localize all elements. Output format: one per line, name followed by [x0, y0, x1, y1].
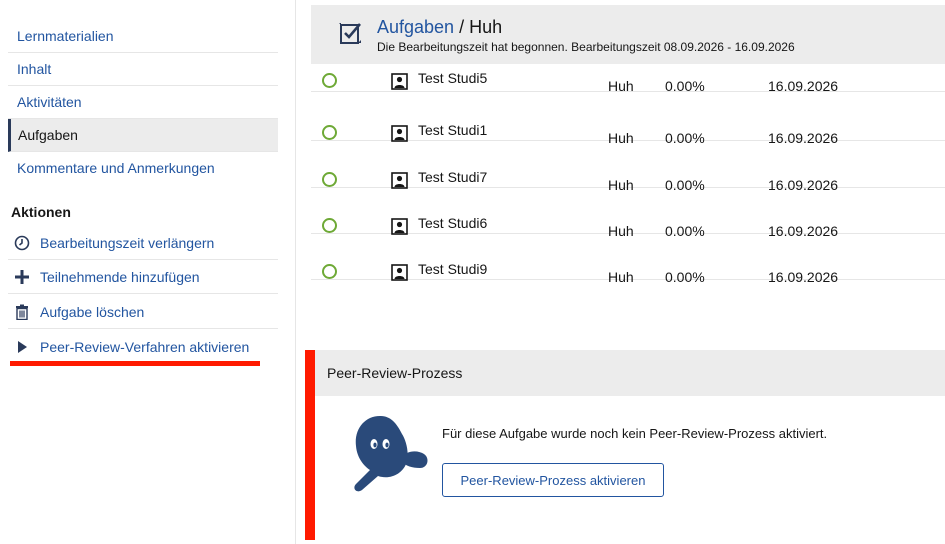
task-check-icon [339, 23, 361, 44]
participant-name: Test Studi7 [418, 169, 488, 185]
nav-kommentare[interactable]: Kommentare und Anmerkungen [8, 152, 278, 185]
nav-aktivitaeten[interactable]: Aktivitäten [8, 86, 278, 119]
user-badge-icon [391, 125, 408, 142]
progress-percent: 0.00% [665, 269, 705, 285]
peer-review-message: Für diese Aufgabe wurde noch kein Peer-R… [442, 426, 828, 441]
action-label: Bearbeitungszeit verlängern [40, 235, 215, 251]
activate-peer-review-action[interactable]: Peer-Review-Verfahren aktivieren [8, 330, 278, 364]
due-date: 16.09.2026 [768, 78, 839, 94]
highlight-bar [305, 350, 315, 540]
nav-lernmaterialien[interactable]: Lernmaterialien [8, 20, 278, 53]
participant-row: Test Studi1 Huh 0.00% 16.09.2026 [311, 95, 945, 146]
nav-aufgaben[interactable]: Aufgaben [8, 119, 278, 152]
task-name: Huh [608, 269, 634, 285]
action-label: Peer-Review-Verfahren aktivieren [40, 339, 250, 355]
participant-row: Test Studi7 Huh 0.00% 16.09.2026 [311, 142, 945, 193]
participant-name: Test Studi9 [418, 261, 488, 277]
participant-name: Test Studi5 [418, 70, 488, 86]
participant-name: Test Studi6 [418, 215, 488, 231]
actions-heading: Aktionen [11, 204, 71, 220]
peer-review-header: Peer-Review-Prozess [315, 350, 945, 396]
trash-icon [16, 304, 28, 320]
user-badge-icon [391, 73, 408, 90]
due-date: 16.09.2026 [768, 269, 839, 285]
select-radio[interactable] [322, 172, 337, 187]
user-badge-icon [391, 172, 408, 189]
mascot-icon [354, 416, 428, 492]
progress-percent: 0.00% [665, 78, 705, 94]
select-radio[interactable] [322, 264, 337, 279]
user-badge-icon [391, 264, 408, 281]
select-radio[interactable] [322, 218, 337, 233]
sidebar: Lernmaterialien Inhalt Aktivitäten Aufga… [0, 0, 296, 544]
plus-icon [15, 270, 29, 284]
participant-row: Test Studi5 Huh 0.00% 16.09.2026 [311, 46, 945, 94]
participant-row: Test Studi9 Huh 0.00% 16.09.2026 [311, 234, 945, 285]
select-radio[interactable] [322, 73, 337, 88]
participant-row: Test Studi6 Huh 0.00% 16.09.2026 [311, 188, 945, 239]
extend-time-action[interactable]: Bearbeitungszeit verlängern [8, 226, 278, 260]
delete-task-action[interactable]: Aufgabe löschen [8, 295, 278, 329]
clock-icon [14, 235, 30, 251]
highlight-underline [10, 361, 260, 366]
action-label: Aufgabe löschen [40, 304, 145, 320]
select-radio[interactable] [322, 125, 337, 140]
play-icon [18, 341, 27, 353]
page-title: Aufgaben / Huh [377, 17, 502, 38]
participant-name: Test Studi1 [418, 122, 488, 138]
nav-inhalt[interactable]: Inhalt [8, 53, 278, 86]
user-badge-icon [391, 218, 408, 235]
add-participants-action[interactable]: Teilnehmende hinzufügen [8, 260, 278, 294]
task-name: Huh [608, 78, 634, 94]
action-label: Teilnehmende hinzufügen [40, 269, 200, 285]
breadcrumb-current: / Huh [454, 17, 503, 37]
breadcrumb-aufgaben-link[interactable]: Aufgaben [377, 17, 454, 37]
activate-peer-review-button[interactable]: Peer-Review-Prozess aktivieren [442, 463, 664, 497]
